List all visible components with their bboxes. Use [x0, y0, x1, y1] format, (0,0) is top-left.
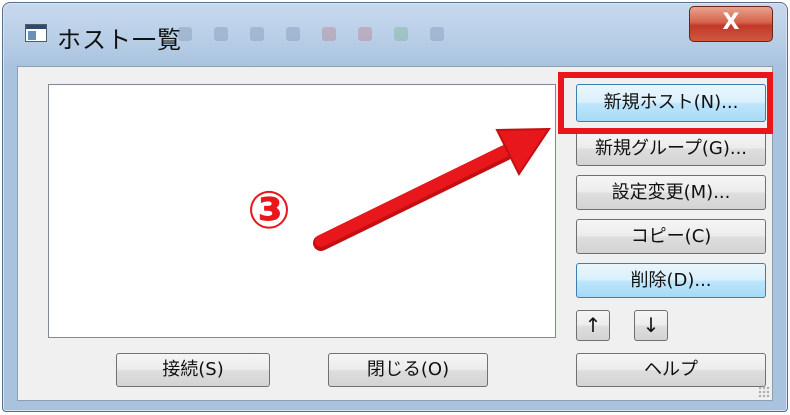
host-list-window: ホスト一覧 X 新規ホスト(N)... 新規グループ(G)... 設定変更(M)…: [2, 2, 788, 412]
annotation-step-number: ③: [247, 181, 292, 241]
annotation-arrow-icon: [313, 127, 551, 251]
